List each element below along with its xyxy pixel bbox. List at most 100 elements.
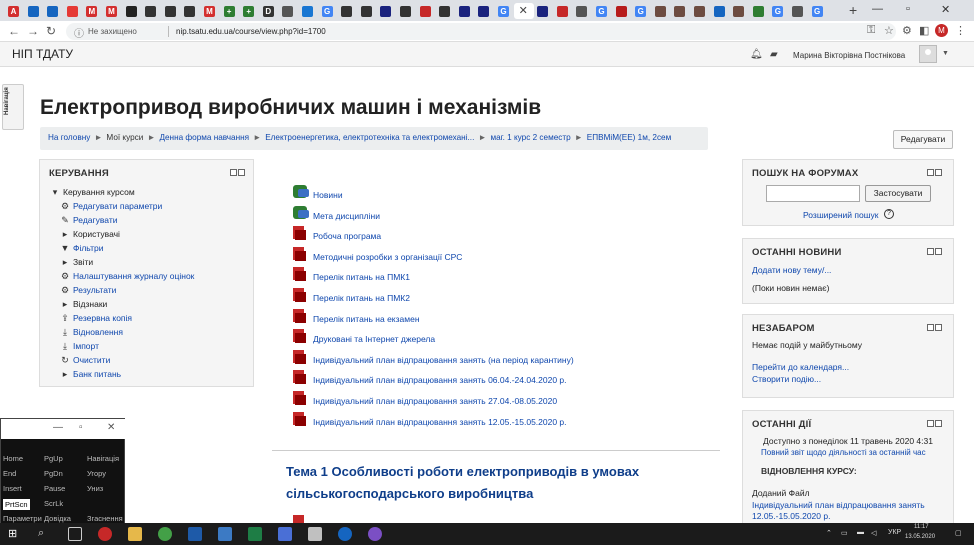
keyboard-key[interactable]: Униз xyxy=(87,484,103,493)
resource-link[interactable]: Індивідуальний план відпрацювання занять… xyxy=(313,355,574,365)
user-name[interactable]: Марина Вікторівна Постнікова xyxy=(793,51,905,60)
browser-tab[interactable] xyxy=(122,3,140,19)
resource-link[interactable]: Перелік питань на екзамен xyxy=(313,314,420,324)
warning-icon[interactable]: ⓘ xyxy=(74,25,84,40)
admin-item-label[interactable]: Імпорт xyxy=(73,339,99,353)
pdf-icon[interactable] xyxy=(293,267,306,282)
pdf-icon[interactable] xyxy=(293,226,306,241)
block-controls-icon[interactable] xyxy=(927,168,945,177)
resource-link[interactable]: Перелік питань на ПМК2 xyxy=(313,293,410,303)
pdf-icon[interactable] xyxy=(293,287,306,302)
admin-item[interactable]: ✎ Редагувати xyxy=(50,213,117,227)
full-report-link[interactable]: Повний звіт щодо діяльності за останній … xyxy=(761,448,926,457)
resource-link[interactable]: Методичні розробки з організації СРС xyxy=(313,252,462,262)
keyboard-key[interactable]: Home xyxy=(3,454,23,463)
edit-button[interactable]: Редагувати xyxy=(893,130,953,149)
browser-tab[interactable] xyxy=(63,3,81,19)
block-controls-icon[interactable] xyxy=(230,168,248,177)
breadcrumb-item[interactable]: На головну xyxy=(48,133,90,142)
word-icon[interactable] xyxy=(188,527,202,541)
apply-button[interactable]: Застосувати xyxy=(865,185,931,202)
browser-tab[interactable] xyxy=(337,3,355,19)
search-input[interactable] xyxy=(766,185,860,202)
keyboard-key[interactable]: Довідка xyxy=(44,514,71,523)
maximize-icon[interactable]: ▫ xyxy=(906,3,910,15)
resource-link[interactable]: Індивідуальний план відпрацювання занять… xyxy=(313,396,557,406)
block-controls-icon[interactable] xyxy=(927,323,945,332)
admin-item-label[interactable]: Банк питань xyxy=(73,367,121,381)
volume-icon[interactable]: ◁ xyxy=(871,529,876,537)
avatar[interactable] xyxy=(919,45,937,63)
browser-tab[interactable] xyxy=(749,3,767,19)
browser-tab[interactable] xyxy=(416,3,434,19)
browser-tab[interactable]: G xyxy=(808,3,826,19)
admin-item-label[interactable]: Очистити xyxy=(73,353,110,367)
opera-icon[interactable] xyxy=(98,527,112,541)
keyboard-key[interactable]: Pause xyxy=(44,484,65,493)
browser-tab[interactable] xyxy=(690,3,708,19)
pdf-icon[interactable] xyxy=(293,349,306,364)
admin-item-label[interactable]: Налаштування журналу оцінок xyxy=(73,269,194,283)
excel-icon[interactable] xyxy=(248,527,262,541)
browser-tab[interactable] xyxy=(435,3,453,19)
navigation-drawer-button[interactable]: Навігація xyxy=(2,84,24,130)
admin-item[interactable]: ⤓ Відновлення xyxy=(50,325,123,339)
block-controls-icon[interactable] xyxy=(927,247,945,256)
settings-icon[interactable]: ⚙ xyxy=(902,24,912,37)
browser-tab[interactable] xyxy=(161,3,179,19)
menu-icon[interactable]: ⋮ xyxy=(955,24,966,37)
browser-tab[interactable] xyxy=(141,3,159,19)
breadcrumb-item[interactable]: Денна форма навчання xyxy=(159,133,249,142)
task-view-icon[interactable] xyxy=(68,527,82,541)
browser-tab[interactable] xyxy=(710,3,728,19)
browser-tab[interactable] xyxy=(278,3,296,19)
admin-item[interactable]: ⇪ Резервна копія xyxy=(50,311,132,325)
resource-link[interactable]: Мета дисципліни xyxy=(313,211,380,221)
browser-tab[interactable]: G xyxy=(592,3,610,19)
site-brand[interactable]: НІП ТДАТУ xyxy=(12,47,73,61)
pdf-icon[interactable] xyxy=(293,329,306,344)
browser-tab[interactable]: M xyxy=(102,3,120,19)
browser-tab[interactable]: G xyxy=(318,3,336,19)
browser-tab[interactable]: A xyxy=(4,3,22,19)
url-field[interactable]: ⓘ Не захищено nip.tsatu.edu.ua/course/vi… xyxy=(66,23,896,40)
browser-tab[interactable] xyxy=(357,3,375,19)
keyboard-key[interactable]: Параметри xyxy=(3,514,42,523)
admin-item[interactable]: ⚙ Редагувати параметри xyxy=(50,199,162,213)
mathcad-icon[interactable] xyxy=(278,527,292,541)
resource-link[interactable]: Робоча програма xyxy=(313,231,381,241)
browser-tab[interactable]: M xyxy=(200,3,218,19)
breadcrumb-item[interactable]: маг. 1 курс 2 семестр xyxy=(490,133,570,142)
pdf-icon[interactable] xyxy=(293,370,306,385)
pdf-icon[interactable] xyxy=(293,515,304,523)
calendar-link[interactable]: Перейти до календаря... xyxy=(752,362,849,372)
keyboard-key[interactable]: PgDn xyxy=(44,469,63,478)
breadcrumb-item[interactable]: Електроенергетика, електротехніка та еле… xyxy=(265,133,474,142)
admin-item[interactable]: ▸ Користувачі xyxy=(50,227,120,241)
minimize-icon[interactable]: — xyxy=(872,3,883,15)
admin-item-label[interactable]: Фільтри xyxy=(73,241,103,255)
browser-tab[interactable] xyxy=(788,3,806,19)
language-indicator[interactable]: УКР xyxy=(888,529,901,536)
pdf-icon[interactable] xyxy=(293,411,306,426)
browser-tab[interactable]: M xyxy=(82,3,100,19)
security-label[interactable]: Не захищено xyxy=(88,27,137,36)
forum-icon[interactable] xyxy=(293,185,309,198)
chevron-down-icon[interactable]: ▼ xyxy=(942,50,949,57)
browser-tab[interactable] xyxy=(43,3,61,19)
admin-item-label[interactable]: Резервна копія xyxy=(73,311,132,325)
browser-tab[interactable]: G xyxy=(768,3,786,19)
browser-tab[interactable]: G xyxy=(494,3,512,19)
window-close-icon[interactable]: ✕ xyxy=(941,3,950,16)
bell-icon[interactable]: 🔔︎ xyxy=(750,49,763,60)
admin-item-label[interactable]: Звіти xyxy=(73,255,93,269)
admin-item[interactable]: ▸ Відзнаки xyxy=(50,297,108,311)
close-icon[interactable]: ✕ xyxy=(107,422,115,433)
search-icon[interactable]: ⌕ xyxy=(38,527,52,541)
browser-tab[interactable] xyxy=(455,3,473,19)
browser-tab[interactable] xyxy=(651,3,669,19)
minimize-icon[interactable]: — xyxy=(53,422,63,433)
profile-avatar[interactable]: M xyxy=(935,24,948,37)
browser-tab[interactable] xyxy=(298,3,316,19)
breadcrumb-item[interactable]: ЕПВМіМ(ЕЕ) 1м, 2сем xyxy=(587,133,671,142)
